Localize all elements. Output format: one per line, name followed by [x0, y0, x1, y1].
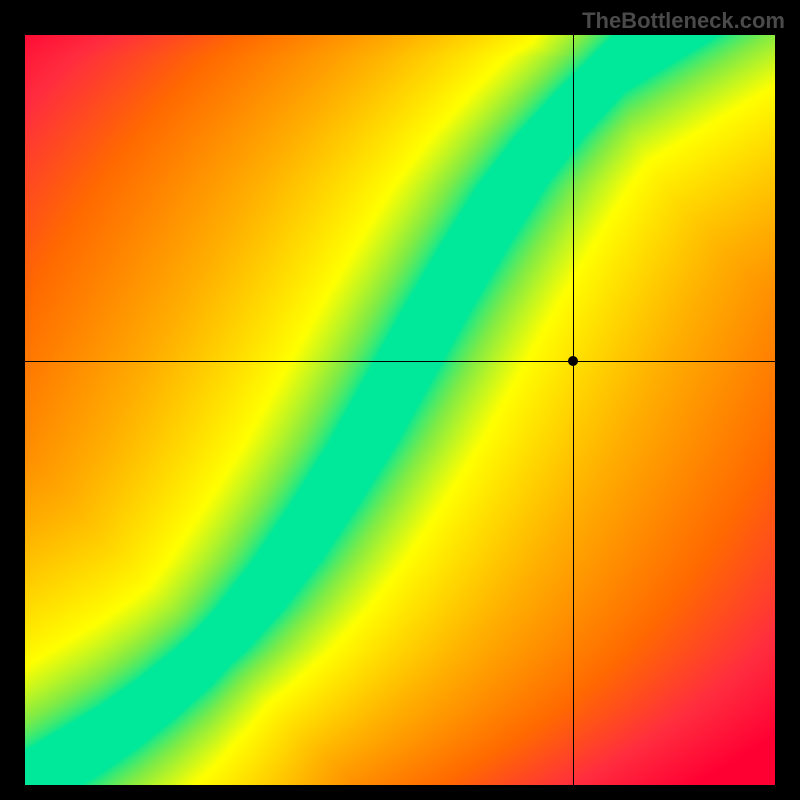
watermark-text: TheBottleneck.com — [582, 8, 785, 34]
crosshair-horizontal — [25, 361, 775, 362]
heatmap-canvas — [25, 35, 775, 785]
crosshair-vertical — [573, 35, 574, 785]
chart-container: TheBottleneck.com — [0, 0, 800, 800]
heatmap-plot — [25, 35, 775, 785]
marker-point — [568, 356, 578, 366]
